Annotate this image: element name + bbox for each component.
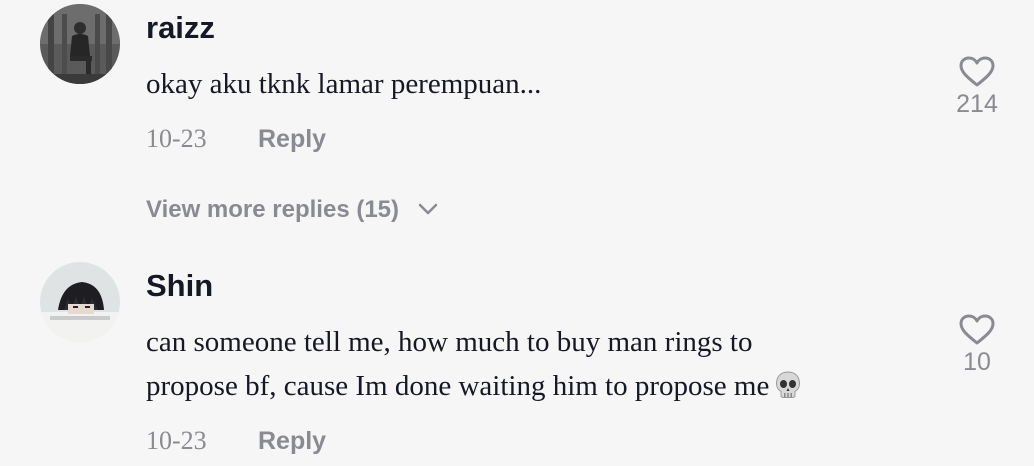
comment-text-line2-content: propose bf, cause Im done waiting him to… [146,370,770,402]
avatar[interactable] [40,262,120,342]
comment-text: okay aku tknk lamar perempuan... [146,68,542,100]
comment-username[interactable]: Shin [146,270,213,301]
view-more-replies-button[interactable]: View more replies (15) [146,198,438,222]
skull-emoji-icon [776,371,801,398]
heart-icon [959,314,995,345]
avatar-anime-character-icon [40,262,120,342]
comment-text-line1: can someone tell me, how much to buy man… [146,326,753,358]
comment-username[interactable]: raizz [146,12,215,43]
reply-button[interactable]: Reply [258,429,326,454]
like-count: 10 [963,348,991,376]
like-count: 214 [956,90,998,118]
avatar[interactable] [40,4,120,84]
view-more-replies-label: View more replies (15) [146,196,400,223]
reply-button[interactable]: Reply [258,127,326,152]
avatar-person-sitting-icon [40,4,120,84]
chevron-down-icon [418,203,437,214]
comment-text-line2: propose bf, cause Im done waiting him to… [146,364,801,408]
comment-date: 10-23 [146,426,207,455]
heart-icon [959,56,995,87]
comment-date: 10-23 [146,124,207,153]
like-button[interactable]: 10 [952,314,1002,375]
like-button[interactable]: 214 [952,56,1002,117]
